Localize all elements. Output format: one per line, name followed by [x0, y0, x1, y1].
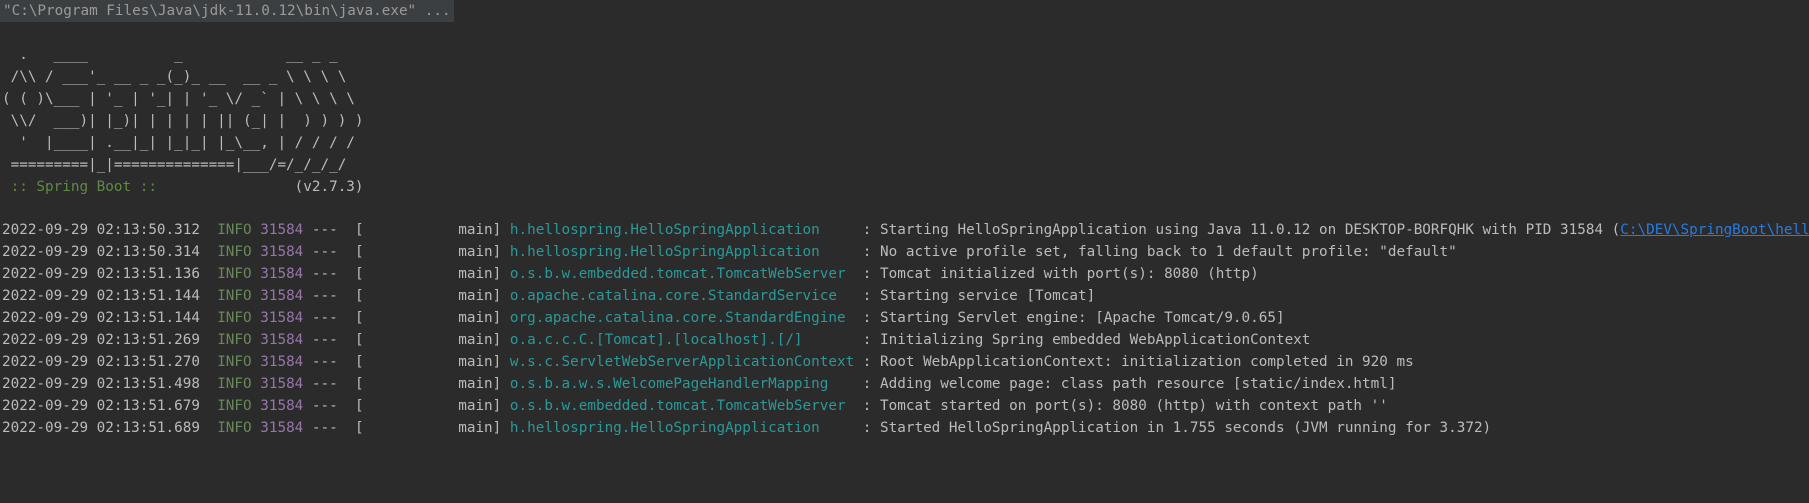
spring-boot-banner: . ____ _ __ _ _ /\\ / ___'_ __ _ _(_)_ _…: [2, 44, 364, 198]
log-line: 2022-09-29 02:13:51.498 INFO 31584 --- […: [2, 373, 1809, 395]
banner-line: ' |____| .__|_| |_|_| |_\__, | / / / /: [2, 135, 355, 151]
log-level: INFO: [217, 420, 252, 436]
log-thread: --- [ main]: [311, 244, 502, 260]
log-timestamp: 2022-09-29 02:13:51.269: [2, 332, 200, 348]
log-line: 2022-09-29 02:13:51.144 INFO 31584 --- […: [2, 307, 1809, 329]
log-level: INFO: [217, 222, 252, 238]
log-thread: --- [ main]: [311, 288, 502, 304]
log-timestamp: 2022-09-29 02:13:51.144: [2, 310, 200, 326]
log-message: : No active profile set, falling back to…: [854, 244, 1457, 260]
banner-line: \\/ ___)| |_)| | | | | || (_| | ) ) ) ): [2, 113, 364, 129]
banner-line: =========|_|==============|___/=/_/_/_/: [2, 157, 347, 173]
log-level: INFO: [217, 376, 252, 392]
log-thread: --- [ main]: [311, 310, 502, 326]
log-timestamp: 2022-09-29 02:13:50.312: [2, 222, 200, 238]
log-level: INFO: [217, 332, 252, 348]
log-logger: o.apache.catalina.core.StandardService: [509, 288, 855, 304]
log-message: : Adding welcome page: class path resour…: [854, 376, 1397, 392]
log-logger: h.hellospring.HelloSpringApplication: [509, 244, 855, 260]
log-level: INFO: [217, 288, 252, 304]
log-line: 2022-09-29 02:13:51.269 INFO 31584 --- […: [2, 329, 1809, 351]
log-logger: h.hellospring.HelloSpringApplication: [509, 420, 855, 436]
spring-boot-version-line: :: Spring Boot :: (v2.7.3): [2, 176, 364, 198]
log-logger: o.s.b.a.w.s.WelcomePageHandlerMapping: [509, 376, 855, 392]
log-message: : Tomcat started on port(s): 8080 (http)…: [854, 398, 1388, 414]
log-thread: --- [ main]: [311, 222, 502, 238]
log-timestamp: 2022-09-29 02:13:51.136: [2, 266, 200, 282]
log-pid: 31584: [260, 420, 304, 436]
log-pid: 31584: [260, 288, 304, 304]
log-line: 2022-09-29 02:13:50.314 INFO 31584 --- […: [2, 241, 1809, 263]
log-output: 2022-09-29 02:13:50.312 INFO 31584 --- […: [2, 219, 1809, 439]
log-timestamp: 2022-09-29 02:13:50.314: [2, 244, 200, 260]
log-thread: --- [ main]: [311, 354, 502, 370]
log-message: : Root WebApplicationContext: initializa…: [854, 354, 1414, 370]
log-pid: 31584: [260, 244, 304, 260]
log-message: : Initializing Spring embedded WebApplic…: [854, 332, 1311, 348]
log-level: INFO: [217, 398, 252, 414]
log-pid: 31584: [260, 354, 304, 370]
log-message: : Tomcat initialized with port(s): 8080 …: [854, 266, 1259, 282]
log-timestamp: 2022-09-29 02:13:51.498: [2, 376, 200, 392]
log-logger: h.hellospring.HelloSpringApplication: [509, 222, 855, 238]
log-message: : Starting service [Tomcat]: [854, 288, 1096, 304]
log-message: : Started HelloSpringApplication in 1.75…: [854, 420, 1492, 436]
spring-boot-version: (v2.7.3): [165, 179, 364, 195]
log-pid: 31584: [260, 222, 304, 238]
log-logger: o.s.b.w.embedded.tomcat.TomcatWebServer: [509, 266, 855, 282]
log-line: 2022-09-29 02:13:50.312 INFO 31584 --- […: [2, 219, 1809, 241]
log-timestamp: 2022-09-29 02:13:51.270: [2, 354, 200, 370]
log-pid: 31584: [260, 376, 304, 392]
banner-line: /\\ / ___'_ __ _ _(_)_ __ __ _ \ \ \ \: [2, 69, 347, 85]
log-line: 2022-09-29 02:13:51.689 INFO 31584 --- […: [2, 417, 1809, 439]
log-timestamp: 2022-09-29 02:13:51.679: [2, 398, 200, 414]
log-level: INFO: [217, 310, 252, 326]
banner-line: ( ( )\___ | '_ | '_| | '_ \/ _` | \ \ \ …: [2, 91, 355, 107]
log-logger: w.s.c.ServletWebServerApplicationContext: [509, 354, 855, 370]
log-thread: --- [ main]: [311, 420, 502, 436]
run-console[interactable]: "C:\Program Files\Java\jdk-11.0.12\bin\j…: [0, 0, 1809, 503]
output-path-link[interactable]: C:\DEV\SpringBoot\hello-spring\out\prod: [1620, 222, 1809, 238]
launch-command: "C:\Program Files\Java\jdk-11.0.12\bin\j…: [0, 0, 454, 22]
log-pid: 31584: [260, 266, 304, 282]
log-level: INFO: [217, 244, 252, 260]
log-line: 2022-09-29 02:13:51.144 INFO 31584 --- […: [2, 285, 1809, 307]
log-logger: org.apache.catalina.core.StandardEngine: [509, 310, 855, 326]
log-line: 2022-09-29 02:13:51.270 INFO 31584 --- […: [2, 351, 1809, 373]
log-thread: --- [ main]: [311, 332, 502, 348]
log-thread: --- [ main]: [311, 398, 502, 414]
log-pid: 31584: [260, 332, 304, 348]
banner-line: . ____ _ __ _ _: [2, 47, 338, 63]
log-level: INFO: [217, 354, 252, 370]
log-pid: 31584: [260, 398, 304, 414]
log-logger: o.a.c.c.C.[Tomcat].[localhost].[/]: [509, 332, 855, 348]
log-line: 2022-09-29 02:13:51.136 INFO 31584 --- […: [2, 263, 1809, 285]
spring-boot-label: :: Spring Boot ::: [2, 179, 166, 195]
log-thread: --- [ main]: [311, 266, 502, 282]
log-timestamp: 2022-09-29 02:13:51.689: [2, 420, 200, 436]
log-timestamp: 2022-09-29 02:13:51.144: [2, 288, 200, 304]
log-level: INFO: [217, 266, 252, 282]
log-line: 2022-09-29 02:13:51.679 INFO 31584 --- […: [2, 395, 1809, 417]
log-message: : Starting Servlet engine: [Apache Tomca…: [854, 310, 1285, 326]
log-thread: --- [ main]: [311, 376, 502, 392]
log-pid: 31584: [260, 310, 304, 326]
log-message: : Starting HelloSpringApplication using …: [854, 222, 1621, 238]
log-logger: o.s.b.w.embedded.tomcat.TomcatWebServer: [509, 398, 855, 414]
